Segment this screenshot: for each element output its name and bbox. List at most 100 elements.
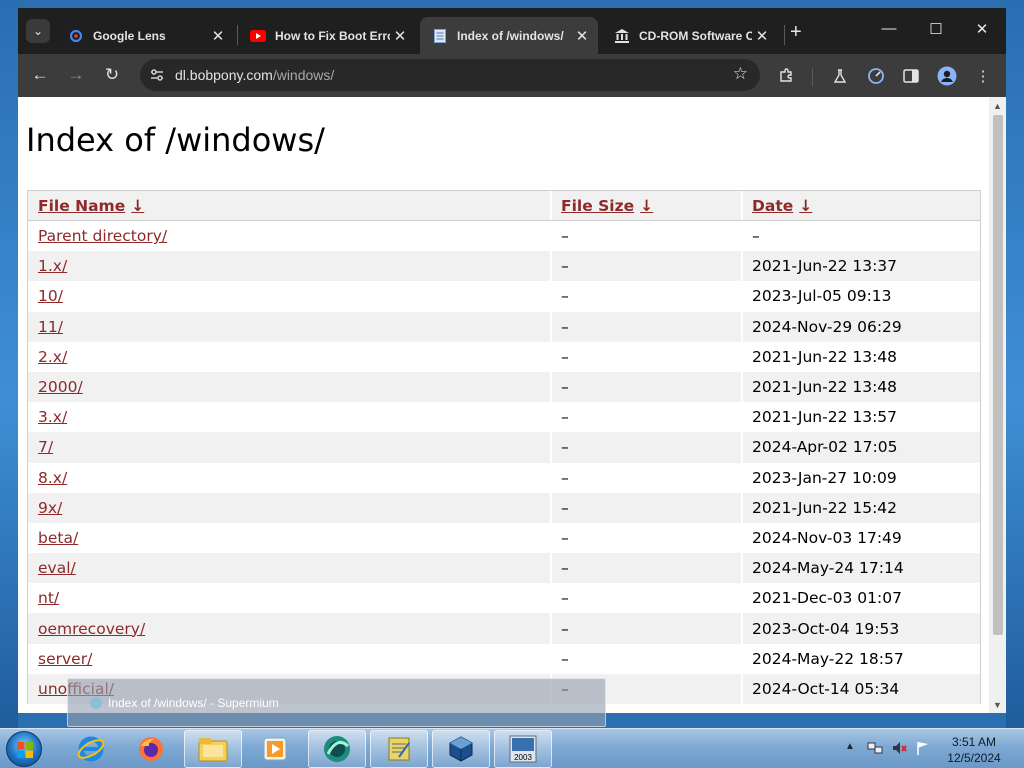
- file-size: –: [550, 402, 741, 433]
- close-icon[interactable]: ✕: [752, 27, 772, 45]
- url-text[interactable]: dl.bobpony.com/windows/: [175, 67, 334, 83]
- file-size: –: [550, 462, 741, 493]
- close-icon[interactable]: ✕: [390, 27, 410, 45]
- directory-link[interactable]: 1.x/: [38, 257, 67, 275]
- file-explorer-icon: [198, 738, 228, 762]
- clock-time: 3:51 AM: [951, 735, 997, 749]
- plus-icon: +: [790, 21, 802, 43]
- system-clock[interactable]: 3:51 AM 12/5/2024: [935, 734, 1013, 766]
- svg-text:2003: 2003: [514, 753, 532, 762]
- url-path: /windows/: [272, 67, 335, 83]
- file-date: 2024-Apr-02 17:05: [741, 432, 980, 463]
- taskbar-file-explorer[interactable]: [184, 730, 242, 768]
- page-viewport: Index of /windows/ File Name ↓ File Size ↓…: [18, 97, 1006, 713]
- close-window-button[interactable]: ✕: [967, 20, 997, 38]
- file-size: –: [550, 432, 741, 463]
- network-icon[interactable]: [867, 740, 883, 756]
- file-size: –: [550, 311, 741, 342]
- internet-explorer-icon: [77, 736, 105, 762]
- tab-cdrom-software[interactable]: CD-ROM Software Collection ✕: [602, 17, 778, 54]
- browser-toolbar: ← → ↻ dl.bobpony.com/windows/ ☆ ⋮: [18, 54, 1006, 97]
- youtube-icon: [250, 28, 266, 44]
- file-size: –: [550, 371, 741, 403]
- file-date: –: [741, 221, 980, 252]
- site-settings-icon[interactable]: [149, 67, 165, 83]
- desktop-background-right: [1006, 0, 1024, 730]
- taskbar-supermium[interactable]: [308, 730, 366, 768]
- directory-link[interactable]: eval/: [38, 559, 76, 577]
- taskbar-internet-explorer[interactable]: [62, 730, 120, 768]
- address-bar[interactable]: dl.bobpony.com/windows/ ☆: [140, 59, 760, 91]
- file-size: –: [550, 522, 741, 554]
- directory-link[interactable]: 3.x/: [38, 408, 67, 426]
- directory-link[interactable]: server/: [38, 650, 92, 668]
- reload-button[interactable]: ↻: [101, 65, 123, 85]
- directory-link[interactable]: 7/: [38, 438, 53, 456]
- maximize-button[interactable]: ☐: [921, 20, 951, 38]
- directory-link[interactable]: Parent directory/: [38, 227, 167, 245]
- directory-link[interactable]: nt/: [38, 589, 59, 607]
- directory-link[interactable]: 8.x/: [38, 469, 67, 487]
- file-date: 2023-Jul-05 09:13: [741, 281, 980, 312]
- show-hidden-icons-button[interactable]: ▲: [845, 741, 855, 752]
- tab-boot-error[interactable]: How to Fix Boot Error ✕: [238, 17, 416, 54]
- directory-link[interactable]: 10/: [38, 287, 63, 305]
- supermium-icon: [324, 736, 350, 762]
- directory-link[interactable]: 11/: [38, 318, 63, 336]
- scroll-up-icon[interactable]: ▲: [993, 101, 1002, 111]
- table-row: 2000/ – 2021-Jun-22 13:48: [28, 371, 980, 403]
- taskbar-preview-tooltip[interactable]: Index of /windows/ - Supermium: [67, 678, 606, 727]
- taskbar-windows-2003[interactable]: 2003: [494, 730, 552, 768]
- windows-2003-icon: 2003: [509, 735, 537, 763]
- start-button[interactable]: [6, 731, 42, 767]
- directory-link[interactable]: 2.x/: [38, 348, 67, 366]
- tab-title: How to Fix Boot Error: [275, 28, 390, 43]
- new-tab-button[interactable]: +: [790, 21, 802, 44]
- performance-icon[interactable]: [865, 65, 887, 87]
- table-row: 9x/ – 2021-Jun-22 15:42: [28, 492, 980, 523]
- taskbar-media-player[interactable]: [246, 730, 304, 768]
- scroll-down-icon[interactable]: ▼: [993, 700, 1002, 710]
- arrow-right-icon: →: [67, 65, 85, 84]
- side-panel-icon[interactable]: [900, 65, 922, 87]
- tab-google-lens[interactable]: Google Lens ✕: [56, 17, 234, 54]
- extensions-icon[interactable]: [775, 65, 797, 87]
- volume-muted-icon[interactable]: [891, 740, 907, 756]
- header-file-name: File Name ↓: [28, 197, 550, 215]
- back-button[interactable]: ←: [29, 65, 51, 85]
- clock-date: 12/5/2024: [947, 751, 1001, 765]
- file-date: 2024-Oct-14 05:34: [741, 673, 980, 704]
- action-center-flag-icon[interactable]: [915, 740, 931, 756]
- directory-link[interactable]: beta/: [38, 529, 78, 547]
- file-size: –: [550, 613, 741, 644]
- bookmark-star-icon[interactable]: ☆: [733, 64, 748, 84]
- minimize-icon: —: [881, 20, 897, 37]
- directory-link[interactable]: 9x/: [38, 499, 62, 517]
- tab-search-button[interactable]: ⌄: [26, 19, 50, 43]
- file-date: 2023-Jan-27 10:09: [741, 462, 980, 493]
- taskbar-notepad[interactable]: [370, 730, 428, 768]
- taskbar-firefox[interactable]: [122, 730, 180, 768]
- directory-link[interactable]: 2000/: [38, 378, 83, 396]
- tab-title: Google Lens: [93, 28, 166, 43]
- sort-by-name-link[interactable]: File Name ↓: [38, 197, 144, 215]
- file-date: 2021-Jun-22 13:37: [741, 251, 980, 282]
- menu-kebab-icon[interactable]: ⋮: [972, 65, 994, 87]
- minimize-button[interactable]: —: [874, 20, 904, 37]
- directory-link[interactable]: oemrecovery/: [38, 620, 145, 638]
- maximize-icon: ☐: [929, 21, 943, 38]
- sort-by-size-link[interactable]: File Size ↓: [561, 197, 653, 215]
- taskbar-virtualbox[interactable]: [432, 730, 490, 768]
- profile-avatar-icon[interactable]: [936, 65, 958, 87]
- sort-by-date-link[interactable]: Date ↓: [752, 197, 812, 215]
- file-date: 2024-Nov-29 06:29: [741, 311, 980, 342]
- file-date: 2024-Nov-03 17:49: [741, 522, 980, 554]
- forward-button[interactable]: →: [65, 65, 87, 85]
- vertical-scrollbar[interactable]: ▲ ▼: [989, 97, 1006, 713]
- tab-index-windows[interactable]: Index of /windows/ ✕: [420, 17, 598, 54]
- close-icon[interactable]: ✕: [572, 27, 592, 45]
- file-size: –: [550, 583, 741, 614]
- close-icon[interactable]: ✕: [208, 27, 228, 45]
- scrollbar-thumb[interactable]: [993, 115, 1003, 635]
- labs-flask-icon[interactable]: [829, 65, 851, 87]
